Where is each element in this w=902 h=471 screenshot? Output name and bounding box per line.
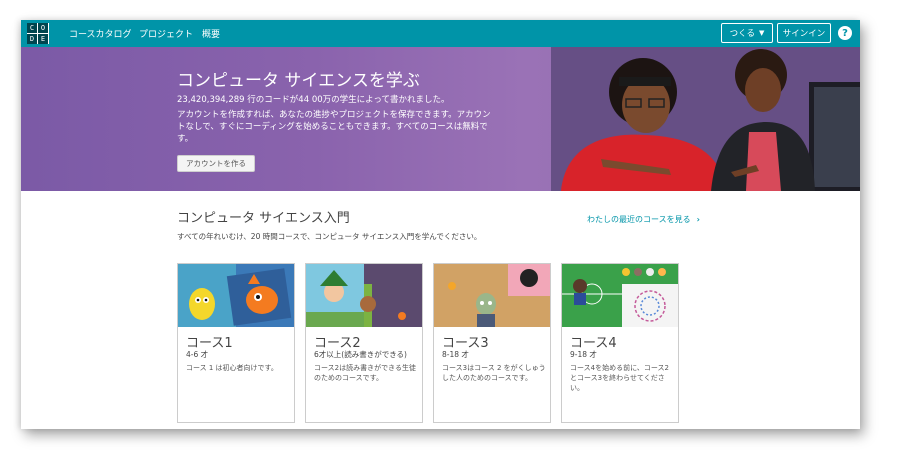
course-3-thumbnail [434, 264, 550, 327]
course-age-range: 8-18 才 [442, 350, 469, 359]
course-card-2[interactable]: コース2 6才以上(読み書きができる) コース2は読み書きができる生徒のためのコ… [305, 263, 423, 423]
hero-title: コンピュータ サイエンスを学ぶ [177, 71, 420, 91]
caret-down-icon: ▼ [758, 29, 765, 37]
course-age-range: 4-6 才 [186, 350, 209, 359]
nav-link-projects[interactable]: プロジェクト [139, 27, 193, 40]
course-card-4[interactable]: コース4 9-18 才 コース4を始める前に、コース2とコース3を終わらせてくだ… [561, 263, 679, 423]
course-description: コース3はコース 2 をがくしゅうした人のためのコースです。 [442, 364, 546, 382]
course-description: コース4を始める前に、コース2とコース3を終わらせてください。 [570, 364, 669, 392]
course-age-range: 9-18 才 [570, 350, 597, 359]
hero-banner: コンピュータ サイエンスを学ぶ 23,420,394,289 行のコードが44 … [21, 47, 860, 191]
course-4-thumbnail [562, 264, 678, 327]
hero-lines-of-code-stat: 23,420,394,289 行のコードが44 00万の学生によって書かれました… [177, 95, 450, 105]
create-dropdown-button[interactable]: つくる ▼ [721, 23, 773, 43]
nav-link-about[interactable]: 概要 [202, 27, 220, 40]
logo-letter-c: C [27, 23, 37, 33]
course-2-thumbnail [306, 264, 422, 327]
course-age-range: 6才以上(読み書きができる) [314, 350, 407, 359]
course-1-thumbnail [178, 264, 294, 327]
code-org-logo[interactable]: C O D E [27, 23, 49, 44]
logo-letter-e: E [38, 34, 48, 44]
hero-students-photo [551, 47, 860, 191]
create-account-button[interactable]: アカウントを作る [177, 155, 255, 172]
course-card-3[interactable]: コース3 8-18 才 コース3はコース 2 をがくしゅうした人のためのコースで… [433, 263, 551, 423]
section-title: コンピュータ サイエンス入門 [177, 211, 350, 226]
hero-description: アカウントを作成すれば、あなたの進捗やプロジェクトを保存できます。アカウントなし… [177, 110, 491, 144]
recent-courses-link-label: わたしの最近のコースを見る [587, 215, 691, 224]
course-description: コース 1 は初心者向けです。 [186, 364, 278, 372]
create-button-label: つくる [729, 29, 755, 39]
chevron-right-icon: › [696, 215, 700, 224]
browser-window: C O D E コースカタログ プロジェクト 概要 つくる ▼ サインイン ? [21, 20, 860, 429]
top-navigation-bar: C O D E コースカタログ プロジェクト 概要 つくる ▼ サインイン ? [21, 20, 860, 47]
section-subtitle: すべての年れいむけ、20 時間コースで、コンピュータ サイエンス入門を学んでくだ… [177, 232, 482, 241]
course-description: コース2は読み書きができる生徒のためのコースです。 [314, 364, 416, 382]
nav-link-course-catalog[interactable]: コースカタログ [69, 27, 132, 40]
help-icon[interactable]: ? [838, 26, 852, 40]
logo-letter-o: O [38, 23, 48, 33]
logo-letter-d: D [27, 34, 37, 44]
sign-in-button[interactable]: サインイン [777, 23, 831, 43]
course-card-1[interactable]: コース1 4-6 才 コース 1 は初心者向けです。 [177, 263, 295, 423]
recent-courses-link[interactable]: わたしの最近のコースを見る › [587, 214, 700, 225]
